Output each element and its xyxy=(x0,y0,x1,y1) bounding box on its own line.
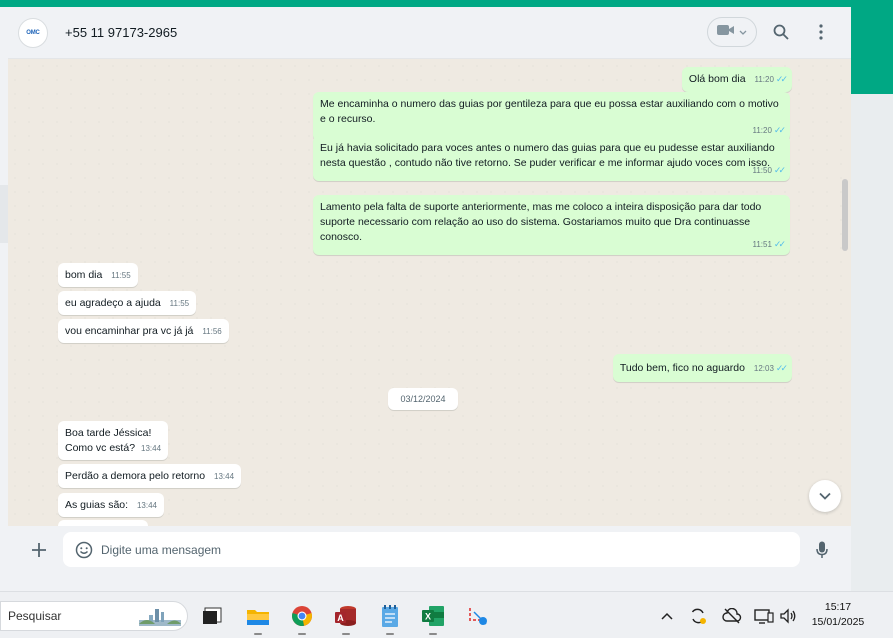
read-ticks-icon: ✓✓ xyxy=(775,74,788,84)
microphone-icon[interactable] xyxy=(811,537,833,563)
message-input[interactable] xyxy=(101,542,701,557)
contact-name[interactable]: +55 11 97173-2965 xyxy=(65,25,177,40)
access-app-icon[interactable]: A xyxy=(333,603,359,635)
sync-icon[interactable] xyxy=(689,606,707,626)
top-accent-strip xyxy=(0,0,893,7)
message-text: eu agradeço a ajuda xyxy=(65,297,161,309)
message-text-line: Como vc está? xyxy=(65,442,136,454)
background-window-edge xyxy=(0,185,8,243)
search-icon[interactable] xyxy=(770,21,792,43)
message-time: 13:44 xyxy=(136,501,157,510)
message-time: 12:03 ✓✓ xyxy=(753,363,788,373)
notepad-icon[interactable] xyxy=(377,603,403,635)
file-explorer-icon[interactable] xyxy=(245,603,271,635)
volume-icon[interactable] xyxy=(779,606,797,626)
message-text-line: Boa tarde Jéssica! xyxy=(65,427,152,439)
message-time: 13:44 xyxy=(141,444,162,453)
message-text: Lamento pela falta de suporte anteriorme… xyxy=(320,201,762,243)
message-text: bom dia xyxy=(65,269,103,281)
read-ticks-icon: ✓✓ xyxy=(775,363,788,373)
excel-icon[interactable]: X xyxy=(420,603,446,635)
message-bubble-incoming[interactable]: Perdão a demora pelo retorno 13:44 xyxy=(58,464,242,488)
message-time: 11:20 ✓✓ xyxy=(754,74,788,84)
background-app-area xyxy=(851,94,893,591)
cloud-offline-icon[interactable] xyxy=(722,606,742,626)
message-time: 13:44 xyxy=(214,472,235,481)
message-bubble-outgoing[interactable]: Lamento pela falta de suporte anteriorme… xyxy=(313,195,790,255)
message-text: Perdão a demora pelo retorno xyxy=(65,470,206,482)
svg-text:A: A xyxy=(337,613,344,623)
message-input-box xyxy=(63,532,800,567)
scrollbar[interactable] xyxy=(842,179,848,251)
attach-plus-icon[interactable] xyxy=(27,538,51,562)
message-text: As guias são: xyxy=(65,499,129,511)
message-bubble-incoming[interactable]: vou encaminhar pra vc já já 11:56 xyxy=(58,319,229,343)
message-bubble-outgoing[interactable]: Olá bom dia 11:20 ✓✓ xyxy=(681,67,792,92)
message-bubble-incoming[interactable]: Boa tarde Jéssica! Como vc está? 13:44 xyxy=(58,421,169,460)
chevron-down-icon xyxy=(739,23,747,41)
clock-time: 15:17 xyxy=(824,601,852,613)
message-bubble-incoming[interactable]: As guias são: 13:44 xyxy=(58,493,164,517)
message-bubble-outgoing[interactable]: Me encaminha o numero das guias por gent… xyxy=(313,92,790,141)
network-icon[interactable] xyxy=(754,606,774,626)
taskbar-search-box[interactable]: Pesquisar xyxy=(0,601,188,631)
chevron-down-icon xyxy=(819,487,831,505)
message-time: 11:56 xyxy=(202,327,222,336)
video-call-button[interactable] xyxy=(707,17,757,47)
message-composer xyxy=(8,526,851,576)
task-view-icon[interactable] xyxy=(199,603,225,629)
message-bubble-incoming[interactable]: eu agradeço a ajuda 11:55 xyxy=(58,291,197,315)
taskbar-search-placeholder: Pesquisar xyxy=(8,609,62,623)
message-text: Olá bom dia xyxy=(688,73,746,85)
date-separator: 03/12/2024 xyxy=(388,388,458,410)
emoji-icon[interactable] xyxy=(75,541,93,559)
menu-kebab-icon[interactable] xyxy=(810,21,832,43)
message-bubble-incoming[interactable]: bom dia 11:55 xyxy=(58,263,138,287)
background-app-panel xyxy=(851,7,893,94)
video-camera-icon xyxy=(717,23,735,41)
clock-date: 15/01/2025 xyxy=(811,616,865,628)
message-text: vou encaminhar pra vc já já xyxy=(65,325,194,337)
svg-text:X: X xyxy=(425,612,431,622)
search-highlight-illustration-icon xyxy=(137,606,183,633)
message-list[interactable]: Olá bom dia 11:20 ✓✓ Me encaminha o numer… xyxy=(8,59,851,526)
chat-header: OMC +55 11 97173-2965 xyxy=(8,7,851,59)
message-time: 11:51 ✓✓ xyxy=(752,239,786,249)
scroll-to-bottom-button[interactable] xyxy=(809,480,841,512)
message-text: Eu já havia solicitado para voces antes … xyxy=(320,142,775,169)
chevron-up-icon[interactable] xyxy=(661,606,673,626)
message-bubble-outgoing[interactable]: Eu já havia solicitado para voces antes … xyxy=(313,136,790,181)
system-clock[interactable]: 15:17 15/01/2025 xyxy=(808,600,868,630)
message-time: 11:55 xyxy=(111,271,131,280)
snipping-tool-icon[interactable] xyxy=(465,603,491,629)
avatar-logo: OMC xyxy=(26,29,40,36)
chat-window: OMC +55 11 97173-2965 Olá bom dia 11:20 ✓… xyxy=(8,7,851,576)
read-ticks-icon: ✓✓ xyxy=(773,125,786,135)
read-ticks-icon: ✓✓ xyxy=(773,239,786,249)
message-time: 11:55 xyxy=(169,299,190,308)
avatar[interactable]: OMC xyxy=(18,17,48,48)
message-text: Me encaminha o numero das guias por gent… xyxy=(320,98,779,125)
os-taskbar: Pesquisar A X 15:17 15/01/2025 xyxy=(0,591,893,638)
chrome-icon[interactable] xyxy=(289,603,315,635)
message-time: 11:50 ✓✓ xyxy=(752,165,786,175)
read-ticks-icon: ✓✓ xyxy=(773,165,786,175)
message-text: Tudo bem, fico no aguardo xyxy=(619,362,745,374)
message-bubble-outgoing[interactable]: Tudo bem, fico no aguardo 12:03 ✓✓ xyxy=(612,354,792,382)
